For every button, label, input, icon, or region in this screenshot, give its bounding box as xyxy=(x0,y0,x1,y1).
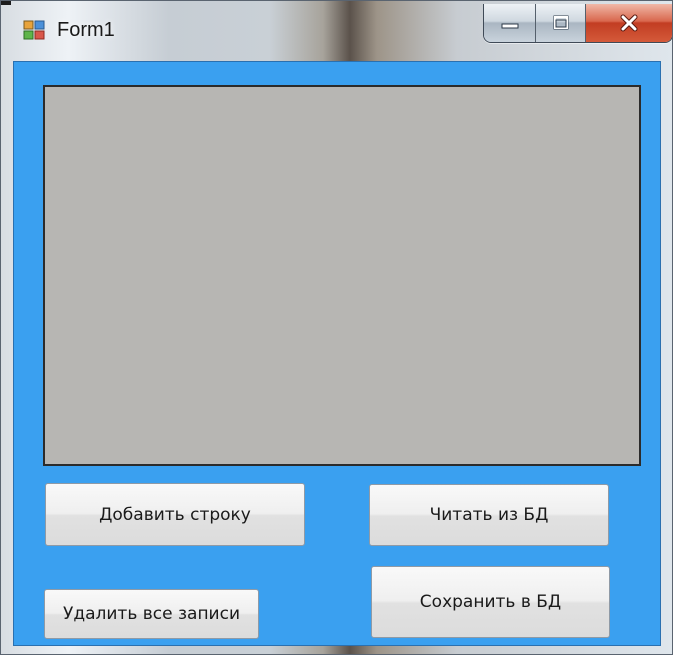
minimize-button[interactable] xyxy=(484,4,536,42)
close-button[interactable] xyxy=(586,4,672,42)
window-controls xyxy=(483,4,672,43)
form-app-icon xyxy=(23,20,45,40)
data-grid-view[interactable] xyxy=(43,85,641,466)
title-bar[interactable]: Form1 xyxy=(1,1,672,61)
save-to-db-button[interactable]: Сохранить в БД xyxy=(371,566,610,638)
read-from-db-button[interactable]: Читать из БД xyxy=(369,484,609,546)
window-title: Form1 xyxy=(57,19,115,41)
add-row-button[interactable]: Добавить строку xyxy=(45,483,305,546)
close-icon xyxy=(620,14,638,32)
form1-window: Form1 Добавить строку Читать из БД Удали… xyxy=(0,0,673,655)
maximize-icon xyxy=(553,15,568,30)
delete-all-records-button[interactable]: Удалить все записи xyxy=(44,589,259,639)
form-client-area: Добавить строку Читать из БД Удалить все… xyxy=(13,61,661,646)
maximize-button[interactable] xyxy=(536,4,586,42)
minimize-icon xyxy=(501,23,518,29)
